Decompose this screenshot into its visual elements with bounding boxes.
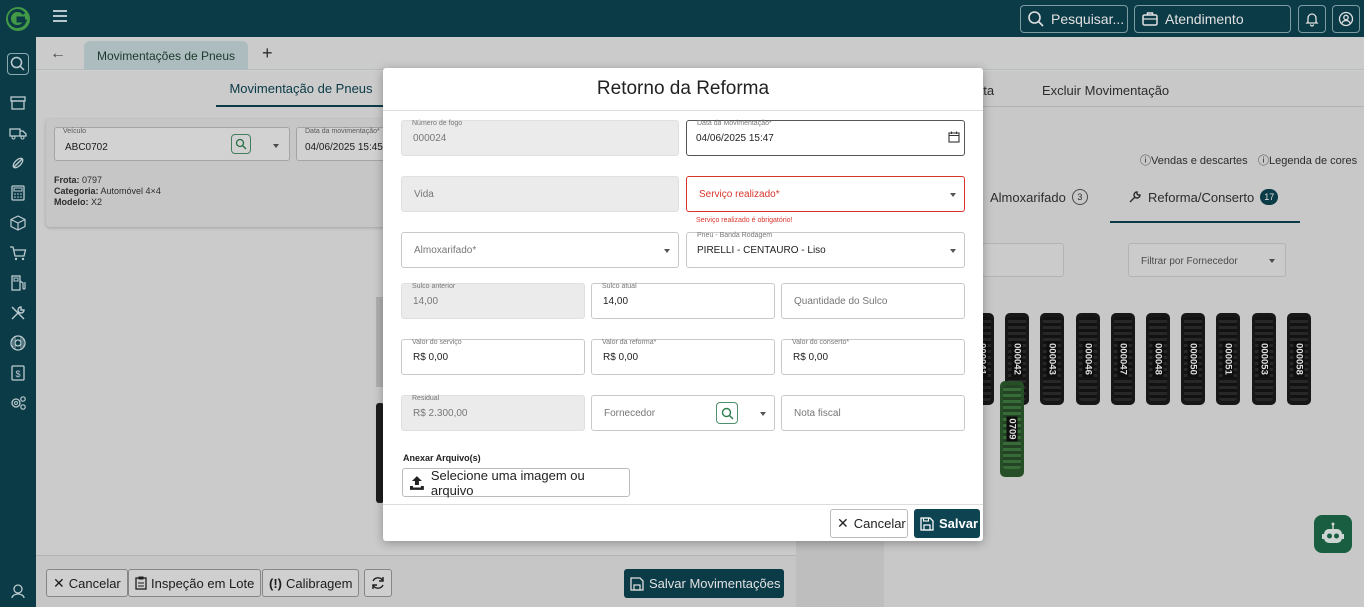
attach-file-button[interactable]: Selecione uma imagem ou arquivo [402,468,630,498]
pneu-chevron-down-icon [950,249,956,253]
modal-cancel-button[interactable]: ✕ Cancelar [830,509,908,538]
close-icon: ✕ [837,515,849,531]
residual-field: Residual R$ 2.300,00 [401,395,585,431]
sulco-atual-field[interactable]: Sulco atual 14,00 [591,283,775,319]
upload-icon [409,475,424,490]
calendar-icon[interactable] [948,131,960,143]
quantidade-sulco-field[interactable]: Quantidade do Sulco [781,283,965,319]
valor-reforma-field[interactable]: Valor da reforma* R$ 0,00 [591,339,775,375]
app-root: Pesquisar... Atendimento $ ← Movimentaçõ… [0,0,1364,607]
modal-title: Retorno da Reforma [383,68,983,111]
fornecedor-select[interactable]: Fornecedor [591,395,775,431]
numero-fogo-field: Número de fogo 000024 [401,120,679,156]
vida-field: Vida [401,176,679,212]
servico-error-message: Serviço realizado é obrigatório! [696,217,793,224]
almox-chevron-down-icon [664,249,670,253]
modal-footer: ✕ Cancelar Salvar [383,504,983,541]
sulco-anterior-field: Sulco anterior 14,00 [401,283,585,319]
valor-servico-field[interactable]: Valor do serviço R$ 0,00 [401,339,585,375]
almoxarifado-select[interactable]: Almoxarifado* [401,232,679,268]
attach-files-label: Anexar Arquivo(s) [403,453,481,463]
servico-chevron-down-icon [950,193,956,197]
retorno-reforma-modal: Retorno da Reforma Número de fogo 000024… [383,68,983,541]
data-movimentacao-field[interactable]: Data da Movimentação* 04/06/2025 15:47 [686,120,965,156]
fornecedor-chevron-down-icon [760,412,766,416]
servico-realizado-select[interactable]: Serviço realizado* [686,176,965,212]
nota-fiscal-field[interactable]: Nota fiscal [781,395,965,431]
floppy-disk-icon [920,516,934,531]
modal-save-button[interactable]: Salvar [914,509,980,538]
fornecedor-search-icon[interactable] [716,402,738,424]
valor-conserto-field[interactable]: Valor do conserto* R$ 0,00 [781,339,965,375]
pneu-banda-rodagem-select[interactable]: Pneu - Banda Rodagem PIRELLI - CENTAURO … [686,232,965,268]
